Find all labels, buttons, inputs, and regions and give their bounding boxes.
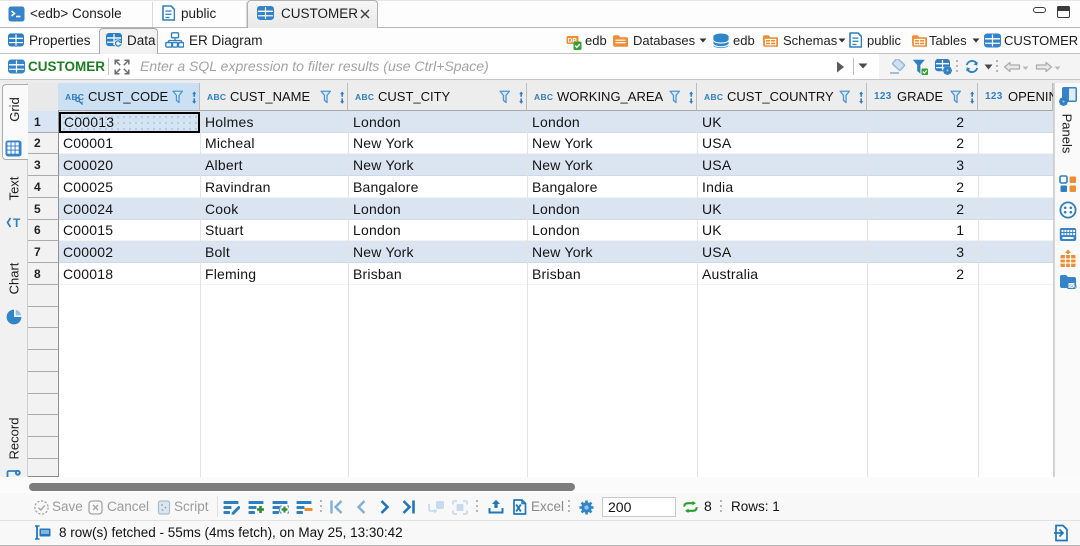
svg-text:SQL: SQL: [1069, 284, 1077, 289]
svg-text:T: T: [13, 216, 21, 229]
